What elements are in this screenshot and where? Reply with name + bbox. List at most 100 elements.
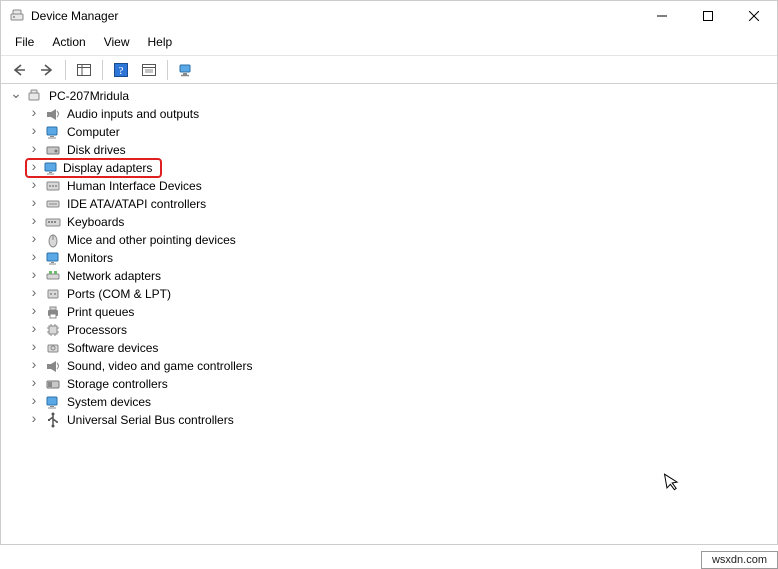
tree-item-label: Monitors (65, 251, 115, 265)
audio-icon (45, 106, 61, 122)
close-button[interactable] (731, 1, 777, 31)
tree-item-label: Mice and other pointing devices (65, 233, 238, 247)
chevron-right-icon[interactable] (27, 143, 41, 157)
tree-item-label: Sound, video and game controllers (65, 359, 254, 373)
tree-item-label: Universal Serial Bus controllers (65, 413, 236, 427)
tree-item-label: Disk drives (65, 143, 128, 157)
chevron-right-icon[interactable] (27, 161, 41, 175)
menu-action[interactable]: Action (44, 33, 93, 51)
storage-icon (45, 376, 61, 392)
tree-item-label: Human Interface Devices (65, 179, 204, 193)
tree-item[interactable]: Ports (COM & LPT) (5, 285, 777, 303)
tree-item[interactable]: Computer (5, 123, 777, 141)
chevron-right-icon[interactable] (27, 251, 41, 265)
chevron-down-icon[interactable] (9, 89, 23, 103)
tree-item[interactable]: Processors (5, 321, 777, 339)
chevron-right-icon[interactable] (27, 287, 41, 301)
tree-item[interactable]: Mice and other pointing devices (5, 231, 777, 249)
chevron-right-icon[interactable] (27, 197, 41, 211)
tree-item-label: Computer (65, 125, 122, 139)
tree-item[interactable]: Display adapters (5, 159, 777, 177)
tree-item-label: Network adapters (65, 269, 163, 283)
toolbar: ? (1, 56, 777, 84)
menu-file[interactable]: File (7, 33, 42, 51)
sound-icon (45, 358, 61, 374)
chevron-right-icon[interactable] (27, 107, 41, 121)
ide-icon (45, 196, 61, 212)
mouse-icon (45, 232, 61, 248)
chevron-right-icon[interactable] (27, 413, 41, 427)
tree-item-label: Software devices (65, 341, 160, 355)
chevron-right-icon[interactable] (27, 305, 41, 319)
tree-item[interactable]: Disk drives (5, 141, 777, 159)
tree-item[interactable]: Network adapters (5, 267, 777, 285)
chevron-right-icon[interactable] (27, 233, 41, 247)
tree-item[interactable]: IDE ATA/ATAPI controllers (5, 195, 777, 213)
tree-item-label: Processors (65, 323, 129, 337)
network-icon (45, 268, 61, 284)
tree-root-label: PC-207Mridula (47, 89, 131, 103)
tree-item[interactable]: Monitors (5, 249, 777, 267)
back-button[interactable] (7, 59, 31, 81)
display-icon (43, 160, 59, 176)
tree-item[interactable]: Keyboards (5, 213, 777, 231)
tree-item[interactable]: Human Interface Devices (5, 177, 777, 195)
tree-item-label: System devices (65, 395, 153, 409)
toolbar-divider (102, 60, 103, 80)
chevron-right-icon[interactable] (27, 395, 41, 409)
help-button[interactable]: ? (109, 59, 133, 81)
toolbar-divider (167, 60, 168, 80)
system-icon (45, 394, 61, 410)
app-icon (9, 8, 25, 24)
chevron-right-icon[interactable] (27, 377, 41, 391)
tree-item[interactable]: System devices (5, 393, 777, 411)
disk-icon (45, 142, 61, 158)
tree-item[interactable]: Universal Serial Bus controllers (5, 411, 777, 429)
highlighted-item: Display adapters (25, 158, 162, 178)
tree-item-label: IDE ATA/ATAPI controllers (65, 197, 208, 211)
tree-item-label: Keyboards (65, 215, 126, 229)
maximize-button[interactable] (685, 1, 731, 31)
processor-icon (45, 322, 61, 338)
window-title: Device Manager (31, 9, 639, 23)
hid-icon (45, 178, 61, 194)
device-tree[interactable]: PC-207Mridula Audio inputs and outputs Co… (1, 84, 777, 543)
menubar: File Action View Help (1, 31, 777, 56)
tree-item[interactable]: Audio inputs and outputs (5, 105, 777, 123)
chevron-right-icon[interactable] (27, 269, 41, 283)
tree-item-label: Ports (COM & LPT) (65, 287, 173, 301)
usb-icon (45, 412, 61, 428)
chevron-right-icon[interactable] (27, 179, 41, 193)
minimize-button[interactable] (639, 1, 685, 31)
chevron-right-icon[interactable] (27, 215, 41, 229)
tree-item[interactable]: Software devices (5, 339, 777, 357)
tree-item-label: Audio inputs and outputs (65, 107, 201, 121)
properties-button[interactable] (137, 59, 161, 81)
keyboard-icon (45, 214, 61, 230)
printer-icon (45, 304, 61, 320)
tree-item[interactable]: Print queues (5, 303, 777, 321)
watermark: wsxdn.com (701, 551, 778, 569)
forward-button[interactable] (35, 59, 59, 81)
tree-item-label: Display adapters (61, 161, 154, 175)
software-icon (45, 340, 61, 356)
toolbar-divider (65, 60, 66, 80)
ports-icon (45, 286, 61, 302)
titlebar: Device Manager (1, 1, 777, 31)
show-hide-tree-button[interactable] (72, 59, 96, 81)
menu-view[interactable]: View (96, 33, 138, 51)
chevron-right-icon[interactable] (27, 323, 41, 337)
tree-root[interactable]: PC-207Mridula (5, 87, 777, 105)
scan-hardware-button[interactable] (174, 59, 198, 81)
chevron-right-icon[interactable] (27, 359, 41, 373)
tree-item-label: Print queues (65, 305, 136, 319)
computer-icon (45, 124, 61, 140)
chevron-right-icon[interactable] (27, 341, 41, 355)
computer-icon (27, 88, 43, 104)
chevron-right-icon[interactable] (27, 125, 41, 139)
tree-item[interactable]: Storage controllers (5, 375, 777, 393)
svg-text:?: ? (119, 65, 124, 77)
tree-item[interactable]: Sound, video and game controllers (5, 357, 777, 375)
tree-item-label: Storage controllers (65, 377, 170, 391)
menu-help[interactable]: Help (140, 33, 181, 51)
